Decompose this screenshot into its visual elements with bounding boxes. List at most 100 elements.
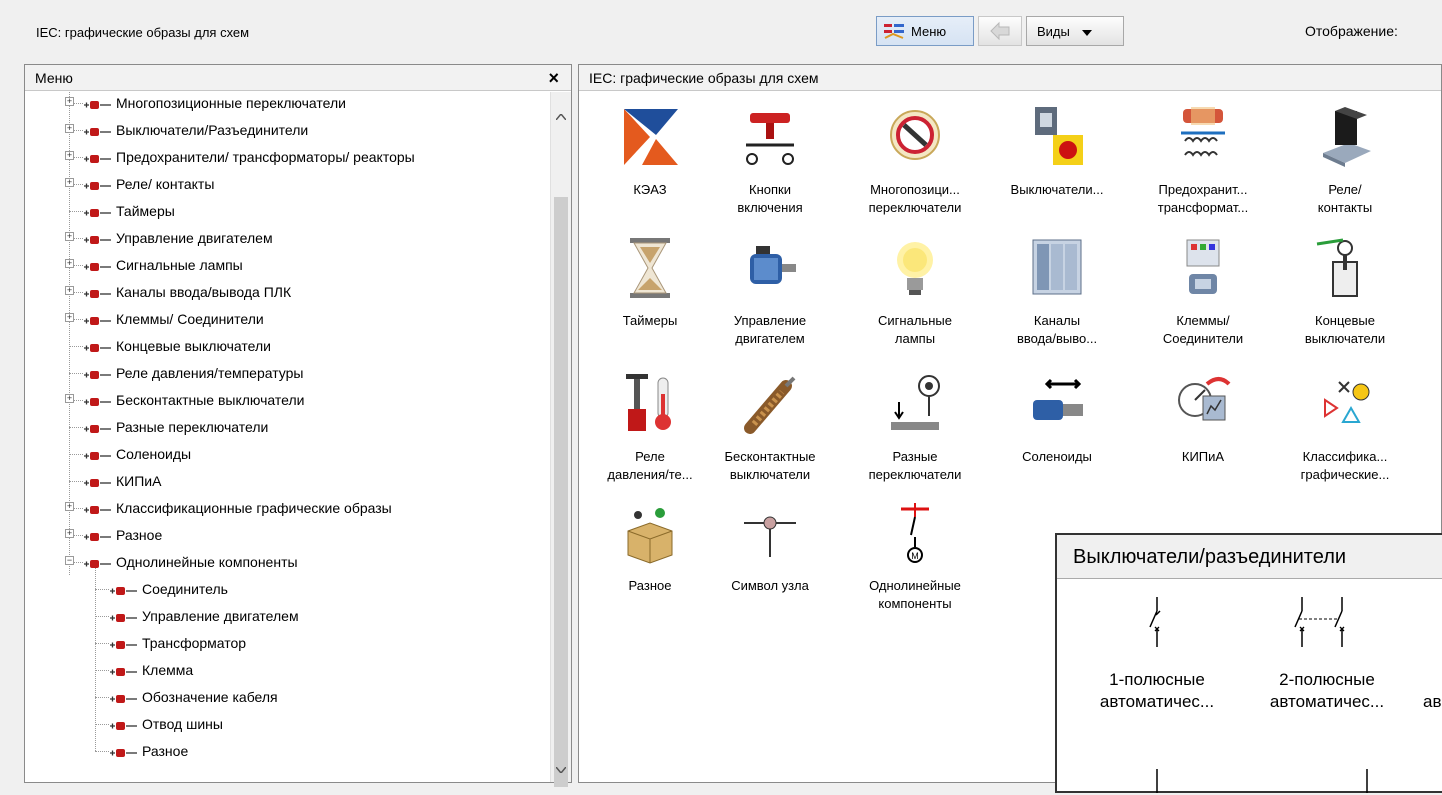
tree-item-label: Концевые выключатели xyxy=(116,338,271,354)
tree-item[interactable]: Концевые выключатели xyxy=(25,333,545,360)
category-label-line2: ввода/выво... xyxy=(1016,331,1098,346)
tree-item-label: Клеммы/ Соединители xyxy=(116,311,264,327)
category-proximity-switch[interactable]: Бесконтактные выключатели xyxy=(710,372,830,490)
category-label-line1: Управление xyxy=(733,313,807,328)
expand-icon[interactable]: + xyxy=(65,151,74,160)
popup-item-3[interactable]: ав xyxy=(1423,669,1442,713)
popup-item-2[interactable]: 2-полюсные автоматичес... xyxy=(1242,669,1412,713)
tree-subitem[interactable]: Клемма xyxy=(25,657,545,684)
keaz-logo-icon xyxy=(620,105,680,169)
expand-icon[interactable]: + xyxy=(65,529,74,538)
tree-item-label: Каналы ввода/вывода ПЛК xyxy=(116,284,292,300)
category-label: Таймеры xyxy=(585,312,715,330)
tree-item[interactable]: + Бесконтактные выключатели xyxy=(25,387,545,414)
category-label-line2: выключатели xyxy=(1304,331,1386,346)
tree-item[interactable]: Таймеры xyxy=(25,198,545,225)
tree-item-label: Предохранители/ трансформаторы/ реакторы xyxy=(116,149,415,165)
category-terminal[interactable]: Клеммы/Соединители xyxy=(1143,236,1263,354)
tree-item[interactable]: + Сигнальные лампы xyxy=(25,252,545,279)
tree-item[interactable]: + Классификационные графические образы xyxy=(25,495,545,522)
tree-subitem[interactable]: Управление двигателем xyxy=(25,603,545,630)
tree-item[interactable]: + Клеммы/ Соединители xyxy=(25,306,545,333)
pressure-temp-icon xyxy=(620,372,680,436)
category-lamp[interactable]: Сигнальные лампы xyxy=(855,236,975,354)
category-label-line2: переключатели xyxy=(868,200,962,215)
expand-icon[interactable]: + xyxy=(65,313,74,322)
tree-item[interactable]: + Выключатели/Разъединители xyxy=(25,117,545,144)
category-label: Многопозици... переключатели xyxy=(850,181,980,217)
tree-subitem[interactable]: Обозначение кабеля xyxy=(25,684,545,711)
scroll-up-icon[interactable] xyxy=(555,108,567,123)
category-relay[interactable]: Реле/контакты xyxy=(1285,105,1405,223)
popup-item-1-line1: 1-полюсные xyxy=(1109,670,1205,689)
close-icon[interactable]: × xyxy=(548,65,559,91)
category-label-line2: лампы xyxy=(894,331,936,346)
category-fuse-transformer[interactable]: Предохранит... трансформат... xyxy=(1143,105,1263,223)
tree-item[interactable]: КИПиА xyxy=(25,468,545,495)
views-dropdown[interactable]: Виды xyxy=(1026,16,1124,46)
category-motor[interactable]: Управление двигателем xyxy=(710,236,830,354)
menu-scrollbar[interactable] xyxy=(550,92,571,787)
tree-connector xyxy=(69,454,83,455)
category-misc-box[interactable]: Разное xyxy=(590,501,710,619)
category-hourglass[interactable]: Таймеры xyxy=(590,236,710,354)
category-label-line1: Классифика... xyxy=(1302,449,1388,464)
tree-item[interactable]: + Управление двигателем xyxy=(25,225,545,252)
tree-item[interactable]: + Реле/ контакты xyxy=(25,171,545,198)
expand-icon[interactable]: + xyxy=(65,502,74,511)
category-disconnect-switch[interactable]: Выключатели... xyxy=(997,105,1117,223)
expand-icon[interactable]: + xyxy=(65,178,74,187)
lamp-icon xyxy=(885,236,945,300)
plc-io-icon xyxy=(1027,236,1087,300)
tree-item-label: Разные переключатели xyxy=(116,419,269,435)
expand-icon[interactable]: + xyxy=(65,97,74,106)
expand-icon[interactable]: + xyxy=(65,124,74,133)
scroll-thumb[interactable] xyxy=(554,197,568,787)
tree-item[interactable]: + Предохранители/ трансформаторы/ реактор… xyxy=(25,144,545,171)
scroll-down-icon[interactable] xyxy=(555,761,567,776)
category-label-line1: КЭАЗ xyxy=(633,182,667,197)
category-label: Реле/контакты xyxy=(1280,181,1410,217)
collapse-icon[interactable]: − xyxy=(65,556,74,565)
tree-item[interactable]: Соленоиды xyxy=(25,441,545,468)
category-label-line1: Разное xyxy=(628,578,672,593)
double-pole-breaker-icon[interactable] xyxy=(1287,597,1357,649)
tree-subitem[interactable]: Соединитель xyxy=(25,576,545,603)
category-label: Выключатели... xyxy=(992,181,1122,199)
tree-item[interactable]: + Многопозиционные переключатели xyxy=(25,92,545,117)
subcategory-popup: Выключатели/разъединители 1-полюсные авт… xyxy=(1055,533,1442,793)
tree-subitem[interactable]: Разное xyxy=(25,738,545,765)
menu-button[interactable]: Меню xyxy=(876,16,974,46)
popup-item-1[interactable]: 1-полюсные автоматичес... xyxy=(1072,669,1242,713)
category-push-button[interactable]: Кнопки включения xyxy=(710,105,830,223)
node-plug-icon xyxy=(109,743,139,770)
category-classification[interactable]: Классифика... графические... xyxy=(1285,372,1405,490)
back-button[interactable] xyxy=(978,16,1022,46)
single-pole-breaker-icon[interactable] xyxy=(1142,597,1172,649)
expand-icon[interactable]: + xyxy=(65,232,74,241)
tree-item[interactable]: Разные переключатели xyxy=(25,414,545,441)
category-plc-io[interactable]: Каналы ввода/выво... xyxy=(997,236,1117,354)
tree-subitem[interactable]: Отвод шины xyxy=(25,711,545,738)
tree-item[interactable]: + Каналы ввода/вывода ПЛК xyxy=(25,279,545,306)
menu-button-label: Меню xyxy=(911,23,947,39)
category-keaz-logo[interactable]: КЭАЗ xyxy=(590,105,710,223)
expand-icon[interactable]: + xyxy=(65,394,74,403)
svg-text:M: M xyxy=(911,551,919,561)
expand-icon[interactable]: + xyxy=(65,259,74,268)
category-pressure-temp[interactable]: Реле давления/те... xyxy=(590,372,710,490)
tree-subitem[interactable]: Трансформатор xyxy=(25,630,545,657)
category-solenoid[interactable]: Соленоиды xyxy=(997,372,1117,490)
category-gauge[interactable]: КИПиА xyxy=(1143,372,1263,490)
tree-item[interactable]: Реле давления/температуры xyxy=(25,360,545,387)
category-single-line[interactable]: M Однолинейные компоненты xyxy=(855,501,975,619)
expand-icon[interactable]: + xyxy=(65,286,74,295)
tree-item[interactable]: + Разное xyxy=(25,522,545,549)
tree-item[interactable]: − Однолинейные компоненты xyxy=(25,549,545,576)
category-multiposition-switch[interactable]: Многопозици... переключатели xyxy=(855,105,975,223)
category-node-symbol[interactable]: Символ узла xyxy=(710,501,830,619)
tree-item-label: КИПиА xyxy=(116,473,162,489)
category-misc-switch[interactable]: Разные переключатели xyxy=(855,372,975,490)
tree-connector xyxy=(69,373,83,374)
category-limit-switch[interactable]: Концевые выключатели xyxy=(1285,236,1405,354)
